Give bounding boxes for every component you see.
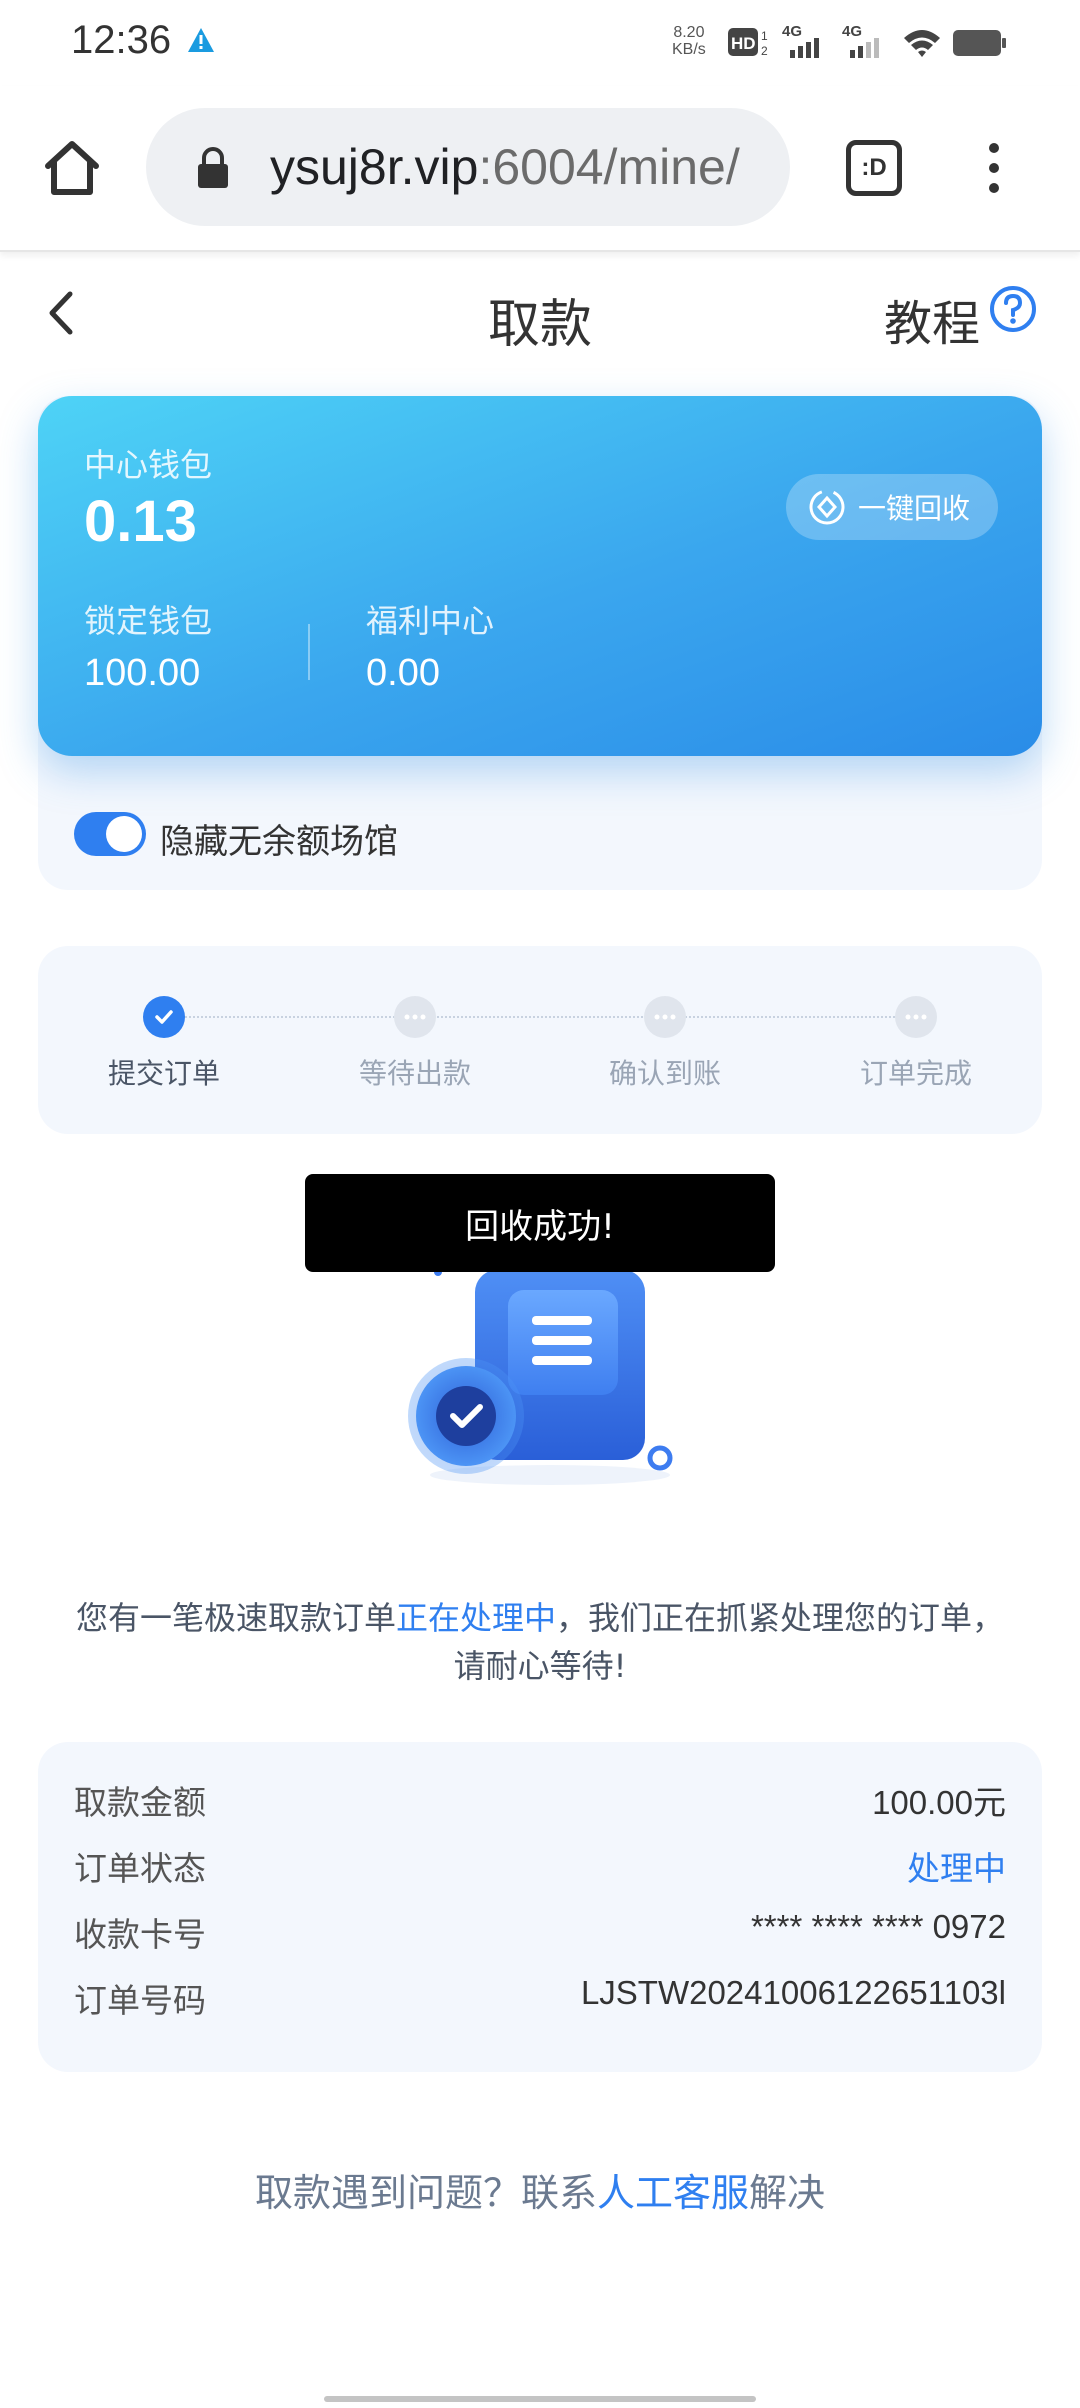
status-value: 处理中 (907, 1849, 1006, 1888)
step-pending-icon (895, 996, 937, 1038)
battery-icon (953, 30, 1006, 56)
url-path: :6004/mine/ (478, 139, 740, 195)
step-submit-order: 提交订单 (84, 996, 244, 1092)
customer-service-link[interactable]: 人工客服 (597, 2171, 749, 2215)
step-label: 提交订单 (107, 1057, 220, 1090)
locked-wallet-label: 锁定钱包 (84, 602, 213, 640)
message-line2: 请耐心等待! (453, 1647, 627, 1685)
browser-toolbar: ysuj8r.vip:6004/mine/ :D (0, 86, 1080, 252)
step-pending-icon (394, 996, 436, 1038)
address-bar[interactable]: ysuj8r.vip:6004/mine/ (146, 108, 790, 226)
network-speed: 8.20 KB/s (672, 24, 706, 58)
message-highlight: 正在处理中 (395, 1599, 556, 1637)
step-label: 确认到账 (608, 1057, 721, 1090)
page-header: 取款 教程 (0, 252, 1080, 372)
step-waiting-payout: 等待出款 (335, 996, 495, 1092)
signal-sim1-icon: 4G (782, 23, 819, 58)
detail-row-order-number: 订单号码 LJSTW20241006122651103l (74, 1974, 1006, 2030)
wifi-icon (904, 30, 940, 57)
hd-voice-icon: HD 1 2 (728, 28, 768, 58)
svg-text:HD: HD (731, 34, 756, 53)
toast-message: 回收成功! (305, 1174, 775, 1272)
wallet-card: 中心钱包 0.13 锁定钱包 100.00 福利中心 0.00 一键回收 (38, 396, 1042, 756)
order-number-value: LJSTW20241006122651103l (580, 1974, 1006, 2011)
network-speed-unit: KB/s (672, 41, 706, 58)
step-label: 等待出款 (358, 1057, 471, 1090)
detail-row-amount: 取款金额 100.00元 (74, 1776, 1006, 1832)
detail-row-card: 收款卡号 **** **** **** 0972 (74, 1908, 1006, 1964)
home-indicator[interactable] (324, 2396, 756, 2402)
center-wallet-value: 0.13 (84, 489, 197, 554)
processing-message: 您有一笔极速取款订单正在处理中，我们正在抓紧处理您的订单， 请耐心等待! (40, 1594, 1040, 1690)
help-prefix: 取款遇到问题？联系 (254, 2171, 597, 2215)
tab-switcher-button[interactable]: :D (846, 140, 902, 196)
help-icon[interactable] (988, 284, 1038, 334)
lock-icon (198, 147, 228, 188)
message-part1: 您有一笔极速取款订单 (75, 1599, 396, 1637)
svg-text:4G: 4G (842, 23, 862, 40)
step-pending-icon (644, 996, 686, 1038)
order-details-card: 取款金额 100.00元 订单状态 处理中 收款卡号 **** **** ***… (38, 1742, 1042, 2072)
step-label: 订单完成 (859, 1057, 972, 1090)
status-time: 12:36 (71, 18, 172, 62)
step-connector (178, 1016, 898, 1018)
svg-text:2: 2 (761, 44, 768, 58)
recycle-label: 一键回收 (858, 492, 971, 525)
url-text[interactable]: ysuj8r.vip:6004/mine/ (270, 138, 740, 196)
tutorial-link[interactable]: 教程 (884, 284, 980, 354)
one-click-recycle-button[interactable]: 一键回收 (786, 474, 998, 540)
hide-empty-venues-label: 隐藏无余额场馆 (160, 822, 398, 862)
hide-empty-venues-toggle[interactable] (74, 812, 146, 856)
help-line: 取款遇到问题？联系人工客服解决 (0, 2162, 1080, 2217)
svg-text:4G: 4G (782, 23, 802, 40)
amount-value: 100.00元 (872, 1784, 1006, 1821)
detail-row-status: 订单状态 处理中 (74, 1842, 1006, 1898)
status-label: 订单状态 (74, 1849, 206, 1888)
locked-wallet-value: 100.00 (84, 652, 201, 694)
toggle-knob (106, 816, 142, 852)
amount-label: 取款金额 (74, 1783, 206, 1822)
card-value: **** **** **** 0972 (750, 1908, 1006, 1945)
step-order-complete: 订单完成 (836, 996, 996, 1092)
center-wallet-label: 中心钱包 (84, 446, 213, 484)
home-icon[interactable] (40, 136, 104, 200)
wallet-divider (308, 624, 310, 680)
recycle-icon (809, 489, 845, 525)
welfare-center-value: 0.00 (366, 652, 440, 694)
step-confirm-receipt: 确认到账 (585, 996, 745, 1092)
card-label: 收款卡号 (74, 1915, 206, 1954)
welfare-center-label: 福利中心 (366, 602, 495, 640)
status-bar: 12:36 8.20 KB/s HD 1 2 4G 4G (0, 0, 1080, 86)
order-number-label: 订单号码 (74, 1981, 206, 2020)
message-part2: ，我们正在抓紧处理您的订单， (556, 1599, 1005, 1637)
processing-order-illustration (408, 1268, 673, 1485)
svg-text:1: 1 (761, 29, 768, 43)
more-menu-icon[interactable] (978, 136, 1010, 200)
help-suffix: 解决 (749, 2171, 826, 2215)
warning-icon (188, 28, 214, 52)
url-host: ysuj8r.vip (270, 139, 479, 195)
step-check-icon (143, 996, 185, 1038)
signal-sim2-icon: 4G (842, 23, 879, 58)
network-speed-value: 8.20 (673, 24, 705, 41)
order-progress-steps: 提交订单 等待出款 确认到账 订单完成 (38, 946, 1042, 1134)
